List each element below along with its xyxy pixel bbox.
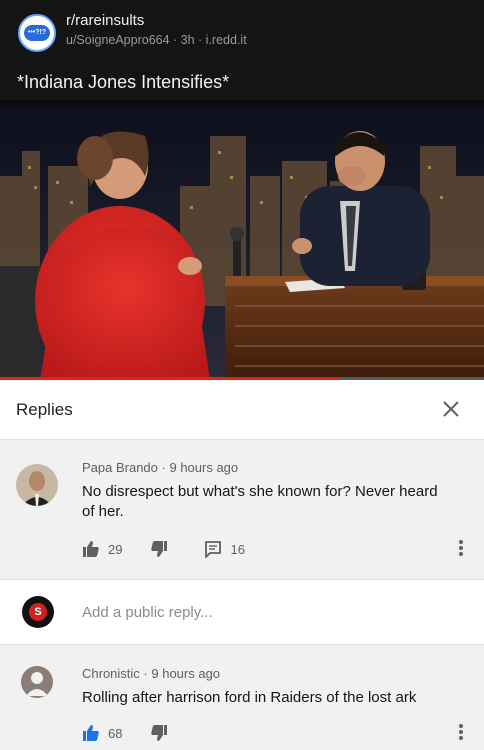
thumbs-down-icon bbox=[151, 725, 168, 741]
user-photo-icon bbox=[16, 464, 58, 506]
comment-actions: 29 16 bbox=[82, 538, 245, 560]
video-scene-image bbox=[0, 106, 484, 380]
more-vert-icon bbox=[459, 540, 463, 556]
post-title[interactable]: *Indiana Jones Intensifies* bbox=[17, 72, 229, 93]
post-meta: u/SoigneAppro664 · 3h · i.redd.it bbox=[66, 33, 247, 47]
like-button[interactable]: 68 bbox=[82, 724, 122, 742]
more-vert-icon bbox=[459, 724, 463, 740]
reply-count-button[interactable]: 16 bbox=[204, 540, 245, 558]
avatar[interactable] bbox=[21, 666, 53, 698]
screenshot-root: •••?!? r/rareinsults u/SoigneAppro664 · … bbox=[0, 0, 484, 750]
post-header: •••?!? r/rareinsults u/SoigneAppro664 · … bbox=[0, 0, 484, 100]
comment-icon bbox=[205, 541, 222, 558]
reply-input[interactable] bbox=[82, 600, 442, 624]
thumbs-up-icon bbox=[83, 725, 99, 741]
add-reply-row: S bbox=[0, 579, 484, 645]
comment-author-line: Chronistic · 9 hours ago bbox=[82, 666, 220, 681]
like-button[interactable]: 29 bbox=[82, 540, 122, 558]
comment-author[interactable]: Chronistic bbox=[82, 666, 140, 681]
comment-time: 9 hours ago bbox=[169, 460, 239, 475]
thumbs-up-icon bbox=[83, 541, 99, 557]
comment-time: 9 hours ago bbox=[151, 666, 221, 681]
subreddit-name[interactable]: r/rareinsults bbox=[66, 12, 144, 29]
like-count: 29 bbox=[108, 541, 123, 557]
replies-header: Replies bbox=[0, 380, 484, 440]
top-comment: Papa Brando · 9 hours ago No disrespect … bbox=[0, 442, 484, 577]
default-user-icon bbox=[21, 666, 53, 698]
comment-author[interactable]: Papa Brando bbox=[82, 460, 158, 475]
like-count: 68 bbox=[108, 725, 123, 741]
replies-panel: Replies Papa Brando · 9 hours ago No dis… bbox=[0, 380, 484, 750]
comment-actions: 68 bbox=[82, 722, 168, 744]
subreddit-icon[interactable]: •••?!? bbox=[18, 14, 56, 52]
dislike-button[interactable] bbox=[150, 724, 168, 742]
replies-title: Replies bbox=[16, 400, 73, 419]
close-icon bbox=[443, 401, 459, 417]
comment-text: No disrespect but what's she known for? … bbox=[82, 483, 438, 520]
reply-comment: Chronistic · 9 hours ago Rolling after h… bbox=[0, 646, 484, 750]
more-options-button[interactable] bbox=[456, 722, 466, 742]
avatar[interactable] bbox=[16, 464, 58, 506]
current-user-avatar[interactable]: S bbox=[22, 596, 54, 628]
reply-count: 16 bbox=[230, 541, 245, 557]
video-frame[interactable] bbox=[0, 106, 484, 380]
comment-author-line: Papa Brando · 9 hours ago bbox=[82, 460, 238, 475]
user-initial: S bbox=[29, 603, 47, 621]
close-button[interactable] bbox=[438, 396, 464, 422]
comment-text: Rolling after harrison ford in Raiders o… bbox=[82, 689, 417, 706]
more-options-button[interactable] bbox=[456, 538, 466, 558]
dislike-button[interactable] bbox=[150, 540, 168, 558]
speech-bubble-icon: •••?!? bbox=[24, 25, 50, 41]
thumbs-down-icon bbox=[151, 541, 168, 557]
